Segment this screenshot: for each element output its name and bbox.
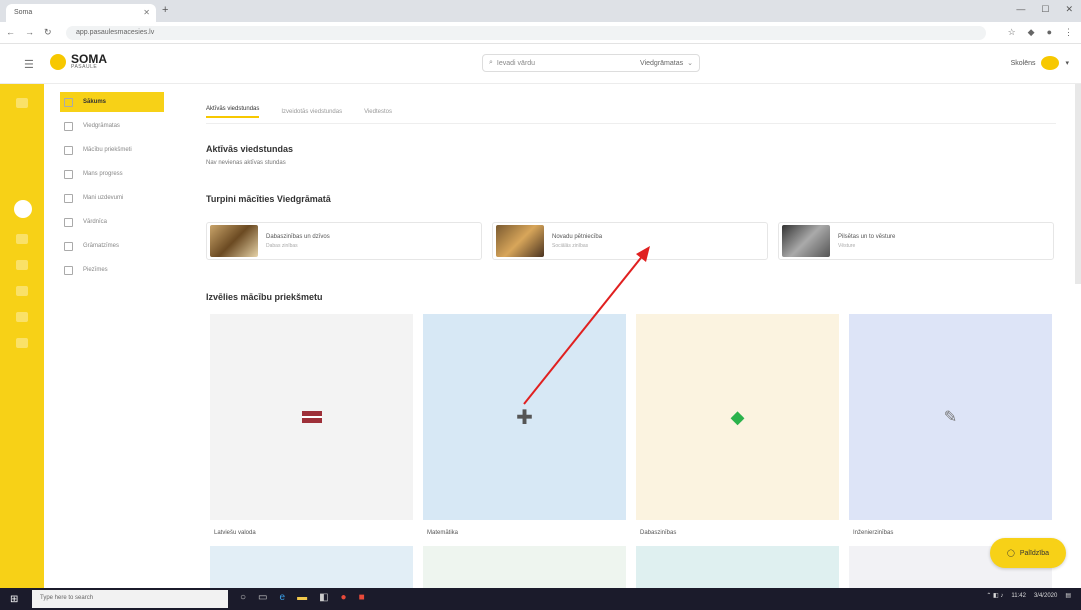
taskbar: ⊞ Type here to search ○ ▭ e ▬ ◧ ● ■ ⌃ ◧ … xyxy=(0,588,1081,610)
task-view-icon[interactable]: ▭ xyxy=(258,592,267,603)
help-button[interactable]: ◯ Palīdzība xyxy=(990,538,1066,568)
cortana-icon[interactable]: ○ xyxy=(240,592,246,603)
taskbar-date: 3/4/2020 xyxy=(1033,592,1058,599)
help-chat-icon: ◯ xyxy=(1006,550,1015,557)
file-explorer-icon[interactable]: ▬ xyxy=(297,592,307,603)
taskbar-time: 11:42 xyxy=(1011,592,1026,599)
scrollbar[interactable] xyxy=(1075,84,1081,284)
store-icon[interactable]: ◧ xyxy=(319,592,328,603)
system-tray: ⌃ ◧ ♪ 11:42 3/4/2020 ▤ xyxy=(986,592,1071,600)
annotation-arrow xyxy=(523,246,650,405)
taskbar-search-input[interactable]: Type here to search xyxy=(32,590,228,608)
chrome-icon[interactable]: ● xyxy=(341,592,347,603)
help-label: Palīdzība xyxy=(1019,549,1050,557)
app-icon[interactable]: ■ xyxy=(359,592,365,603)
taskbar-apps: ○ ▭ e ▬ ◧ ● ■ xyxy=(240,592,365,603)
edge-icon[interactable]: e xyxy=(280,592,286,603)
tray-icons[interactable]: ⌃ ◧ ♪ xyxy=(986,592,1003,599)
windows-start-icon[interactable]: ⊞ xyxy=(10,594,18,605)
notification-icon[interactable]: ▤ xyxy=(1065,592,1071,599)
